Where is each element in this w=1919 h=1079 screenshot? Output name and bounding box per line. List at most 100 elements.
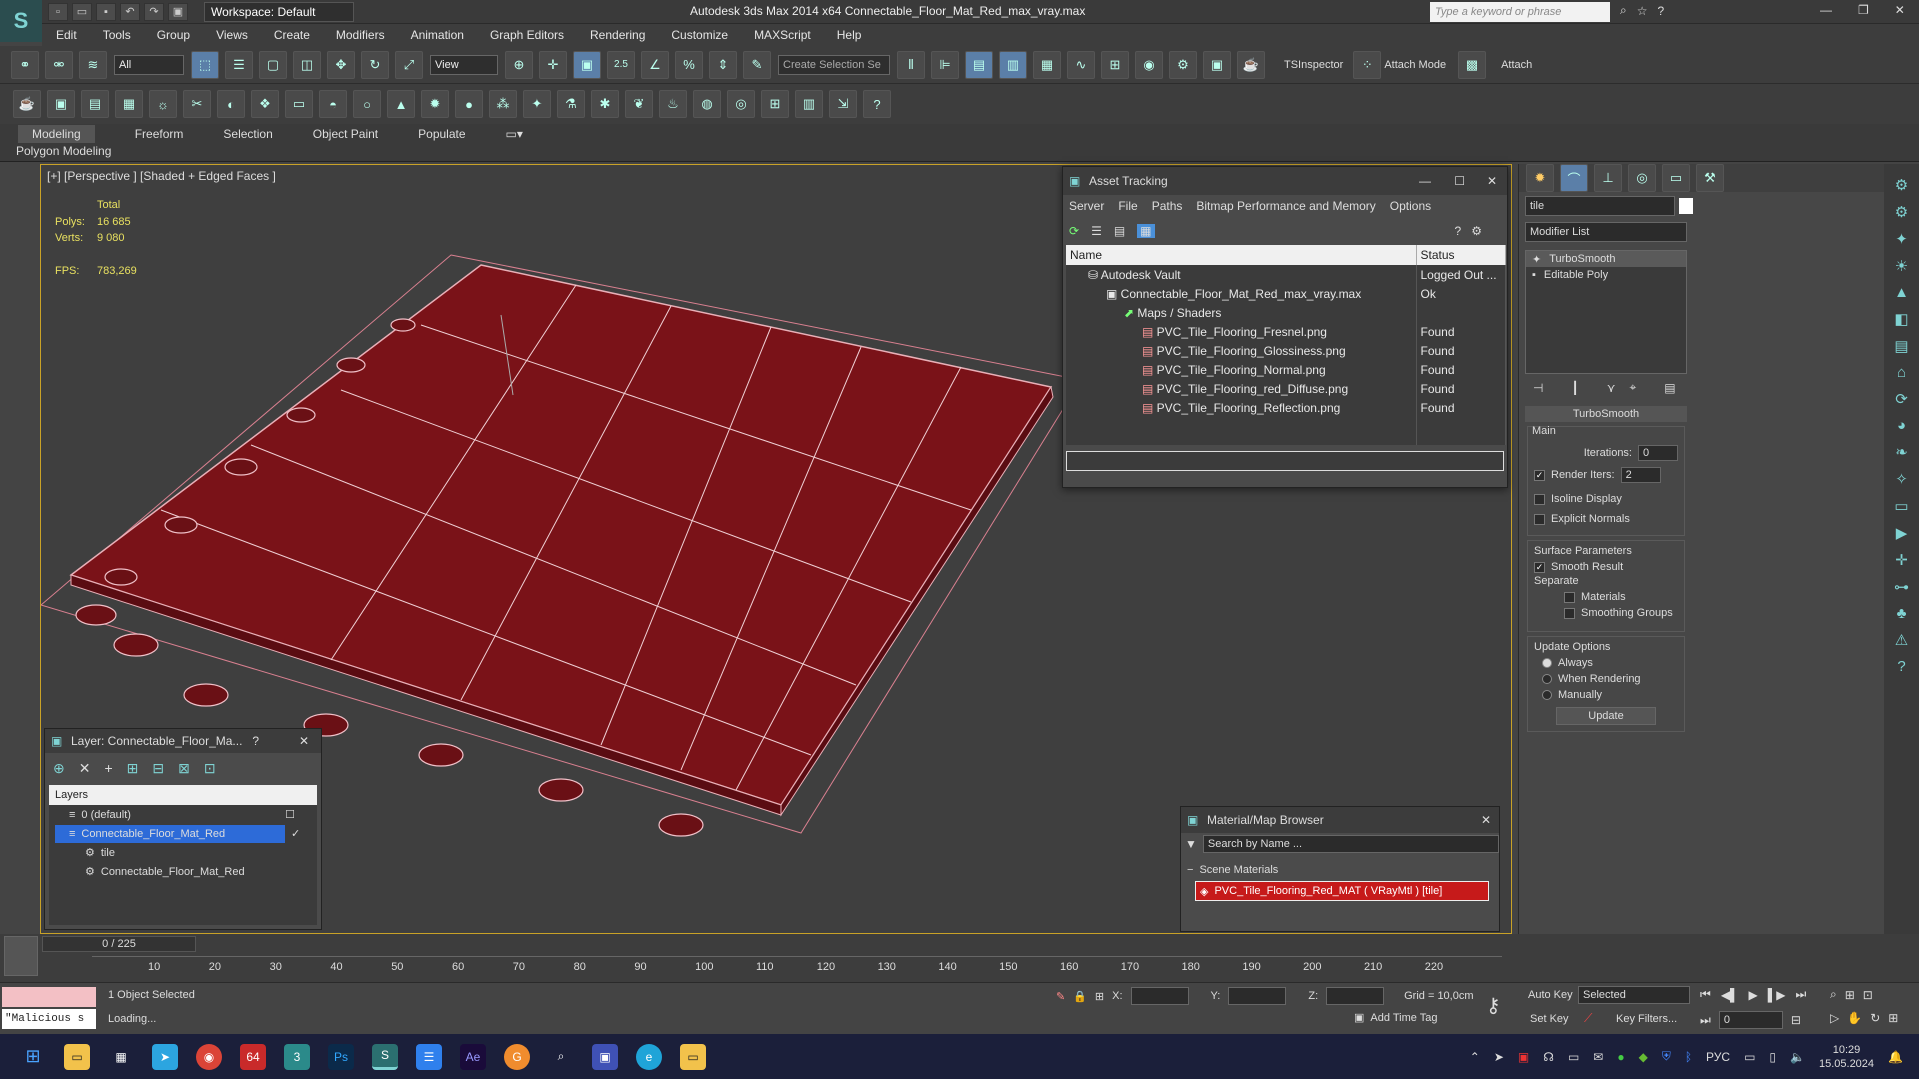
warning-icon[interactable]: ⚠ — [1895, 631, 1908, 649]
asset-tracking-titlebar[interactable]: ▣ Asset Tracking — ☐ ✕ — [1063, 167, 1507, 195]
material-item[interactable]: ◈ PVC_Tile_Flooring_Red_MAT ( VRayMtl ) … — [1195, 881, 1489, 901]
select-by-name-icon[interactable]: ☰ — [225, 50, 253, 79]
isolate-icon[interactable]: ✎ — [1056, 990, 1065, 1003]
book-icon[interactable]: ▤ — [1894, 337, 1908, 355]
menu-animation[interactable]: Animation — [411, 28, 464, 42]
lightbulb-icon[interactable]: ✦ — [1895, 230, 1908, 248]
file-explorer-icon[interactable]: ▭ — [64, 1043, 90, 1070]
edge-icon[interactable]: e — [636, 1043, 662, 1070]
window-crossing-icon[interactable]: ◫ — [293, 50, 321, 79]
vray-sphere-light-icon[interactable]: ○ — [353, 90, 381, 118]
tray-chevron-icon[interactable]: ⌃ — [1470, 1050, 1480, 1064]
layer-object-row[interactable]: ⚙ Connectable_Floor_Mat_Red — [49, 862, 317, 881]
scale-icon[interactable]: ⤢ — [395, 50, 423, 79]
y-coord-field[interactable] — [1228, 987, 1287, 1005]
key-mode-icon[interactable]: ⏭ — [1700, 1013, 1711, 1028]
star-icon[interactable]: ☆ — [1637, 4, 1648, 18]
sun-icon[interactable]: ☀ — [1895, 257, 1908, 275]
frame-icon[interactable]: ▭ — [1894, 497, 1908, 515]
list-view-icon[interactable]: ☰ — [1091, 224, 1102, 238]
layer-row-default[interactable]: ≡ 0 (default) ☐ — [49, 805, 317, 824]
workspace-dropdown[interactable]: Workspace: Default — [204, 2, 354, 22]
smooth-result-checkbox[interactable]: ✓ — [1534, 561, 1545, 573]
ref-coord-dropdown[interactable]: View — [430, 54, 498, 75]
graphite-ribbon-icon[interactable]: ▦ — [1033, 50, 1061, 79]
link-icon[interactable]: ⚭ — [11, 50, 39, 79]
tray-mail-icon[interactable]: ✉ — [1593, 1050, 1603, 1064]
tab-modeling[interactable]: Modeling — [18, 125, 95, 143]
menu-edit[interactable]: Edit — [56, 28, 77, 42]
menu-group[interactable]: Group — [157, 28, 190, 42]
vray-mesh-icon[interactable]: ✂ — [183, 90, 211, 118]
angle-snap-icon[interactable]: ∠ — [641, 50, 669, 79]
tray-nvidia-icon[interactable]: ◆ — [1639, 1050, 1648, 1064]
minimize-icon[interactable]: — — [1820, 3, 1832, 17]
edit-named-sel-icon[interactable]: ✎ — [743, 50, 771, 79]
set-key-icon[interactable]: ⟋ — [1584, 1011, 1592, 1026]
search-input[interactable]: Type a keyword or phrase — [1430, 2, 1610, 22]
vray-frame-buffer-icon[interactable]: ▣ — [47, 90, 75, 118]
goto-end-icon[interactable]: ⏭ — [1796, 987, 1807, 1002]
timeline-track[interactable]: 10 20 30 40 50 60 70 80 90 100 110 120 1… — [92, 956, 1502, 980]
highlight-layer-icon[interactable]: ⊟ — [152, 760, 164, 777]
scene-explorer-icon[interactable]: ▤ — [965, 50, 993, 79]
collapse-icon[interactable]: − — [1187, 864, 1193, 876]
refresh-icon[interactable]: ⟳ — [1069, 224, 1079, 238]
language-indicator[interactable]: РУС — [1706, 1050, 1730, 1064]
when-rendering-radio[interactable] — [1542, 674, 1552, 684]
zoom-extents-icon[interactable]: ⊡ — [1863, 988, 1873, 1002]
pan-icon[interactable]: ✋ — [1847, 1011, 1862, 1025]
hair-icon[interactable]: ♨ — [659, 90, 687, 118]
menu-modifiers[interactable]: Modifiers — [336, 28, 385, 42]
expand-icon[interactable]: ▪ — [1532, 269, 1536, 281]
z-coord-field[interactable] — [1326, 987, 1385, 1005]
bulb-icon[interactable]: ✧ — [1895, 470, 1908, 488]
lightbulb-icon[interactable]: ✦ — [1532, 253, 1541, 266]
explicit-normals-checkbox[interactable] — [1534, 513, 1545, 525]
x-coord-field[interactable] — [1130, 987, 1189, 1005]
move-icon[interactable]: ✥ — [327, 50, 355, 79]
isoline-checkbox[interactable] — [1534, 493, 1545, 505]
object-color-swatch[interactable] — [1679, 198, 1693, 214]
globe-icon[interactable]: ◎ — [727, 90, 755, 118]
stack-item-editable-poly[interactable]: ▪ Editable Poly — [1526, 267, 1686, 283]
tray-headset-icon[interactable]: ☊ — [1543, 1050, 1554, 1064]
play-icon[interactable]: ▶ — [1749, 988, 1758, 1002]
tray-monitor-icon[interactable]: ▭ — [1568, 1050, 1579, 1064]
clock[interactable]: 10:29 15.05.2024 — [1819, 1043, 1874, 1071]
select-layer-objects-icon[interactable]: ⊞ — [127, 760, 139, 777]
menu-file[interactable]: File — [1118, 199, 1137, 213]
material-search-input[interactable]: Search by Name ... — [1202, 835, 1499, 853]
freeze-layers-icon[interactable]: ⊡ — [204, 760, 216, 777]
tray-app-icon[interactable]: ▣ — [1518, 1050, 1529, 1064]
vray-proxy-icon[interactable]: ◐ — [217, 90, 245, 118]
help-icon[interactable]: ? — [1658, 4, 1665, 18]
menu-paths[interactable]: Paths — [1152, 199, 1183, 213]
vray-clipper-icon[interactable]: ✱ — [591, 90, 619, 118]
sphere-material-icon[interactable]: ◍ — [693, 90, 721, 118]
vray-light-lister-icon[interactable]: ☼ — [149, 90, 177, 118]
material-browser-titlebar[interactable]: ▣ Material/Map Browser ✕ — [1181, 807, 1499, 833]
create-tab-icon[interactable]: ✹ — [1526, 164, 1554, 192]
add-to-layer-icon[interactable]: + — [104, 760, 112, 776]
after-effects-icon[interactable]: Ae — [460, 1043, 486, 1070]
attach-mode-icon[interactable]: ⁘ — [1353, 50, 1382, 79]
render-icon[interactable]: ☕ — [1237, 50, 1265, 79]
vray-icon-2[interactable]: ⚙ — [1895, 203, 1908, 221]
menu-options[interactable]: Options — [1390, 199, 1431, 213]
tree-icon[interactable]: ♣ — [1897, 605, 1907, 622]
key-icon[interactable]: ⚷ — [1486, 993, 1501, 1018]
remove-modifier-icon[interactable]: ⌖ — [1629, 380, 1636, 395]
render-region-icon[interactable]: ⊞ — [761, 90, 789, 118]
project-icon[interactable]: ▣ — [168, 2, 188, 21]
menu-maxscript[interactable]: MAXScript — [754, 28, 811, 42]
spinner-snap-icon[interactable]: ⇕ — [709, 50, 737, 79]
maxscript-input[interactable]: "Malicious s — [2, 1009, 96, 1029]
search-app-icon[interactable]: ⌕ — [548, 1044, 574, 1070]
table-view-icon[interactable]: ▤ — [1114, 224, 1125, 238]
manually-radio[interactable] — [1542, 690, 1552, 700]
3dsmax-icon[interactable]: 3 — [284, 1043, 310, 1070]
update-button[interactable]: Update — [1556, 707, 1656, 725]
help-label[interactable]: ? — [252, 729, 259, 753]
close-icon[interactable]: ✕ — [1895, 3, 1905, 17]
